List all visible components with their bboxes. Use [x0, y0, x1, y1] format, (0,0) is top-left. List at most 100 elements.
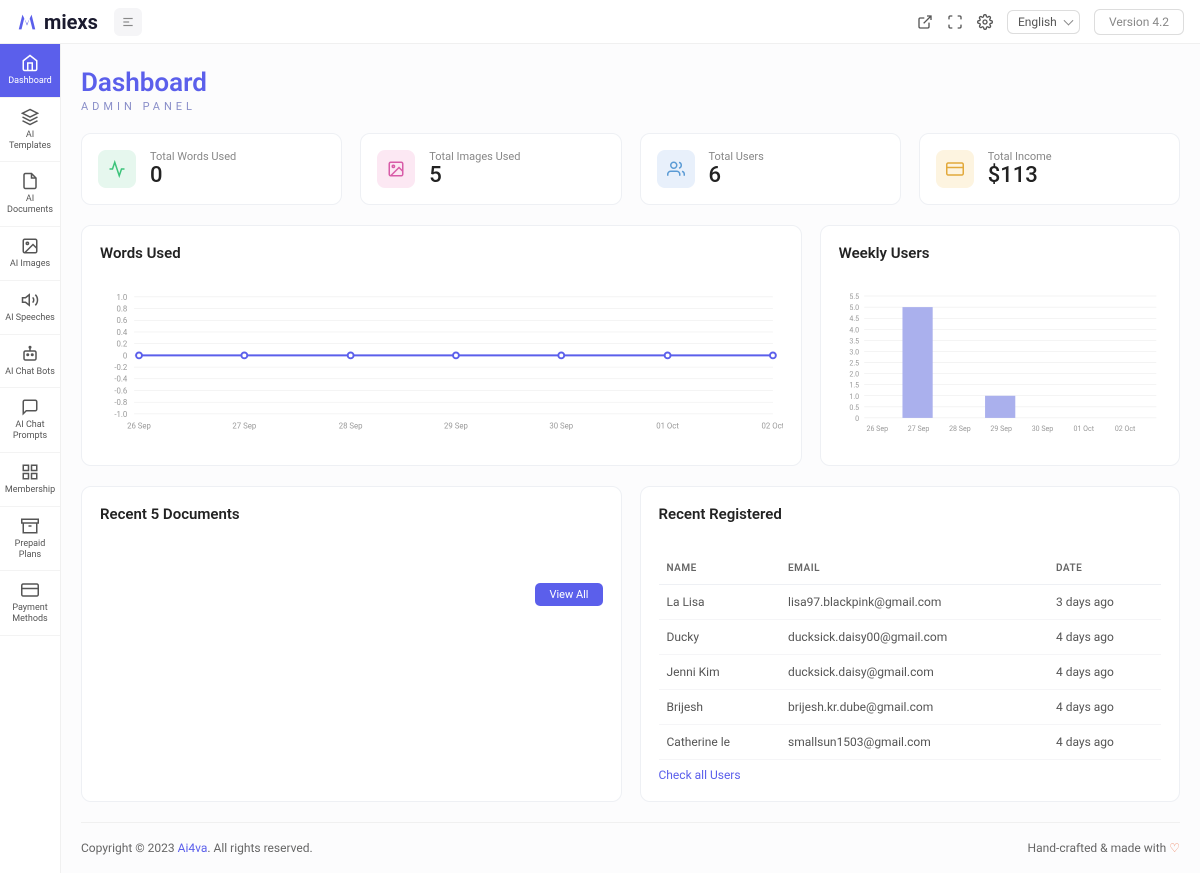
sidebar-item-templates[interactable]: AI Templates [0, 98, 60, 163]
sidebar-item-prompts[interactable]: AI Chat Prompts [0, 388, 60, 453]
svg-text:0: 0 [123, 351, 127, 360]
svg-text:26 Sep: 26 Sep [866, 424, 888, 433]
svg-text:01 Oct: 01 Oct [1073, 424, 1094, 433]
grid-icon [21, 463, 39, 481]
sidebar-item-prepaid[interactable]: Prepaid Plans [0, 507, 60, 572]
image-icon [377, 150, 415, 188]
sidebar-item-label: AI Speeches [5, 313, 55, 324]
footer-copyright: Copyright © 2023 Ai4va. All rights reser… [81, 841, 313, 855]
svg-text:4.0: 4.0 [849, 325, 859, 334]
card-title: Words Used [100, 244, 783, 262]
stat-income: Total Income $113 [919, 133, 1180, 205]
sidebar-item-label: Payment Methods [4, 603, 56, 625]
footer: Copyright © 2023 Ai4va. All rights reser… [81, 822, 1180, 873]
users-table: NAME EMAIL DATE La Lisalisa97.blackpink@… [659, 553, 1162, 760]
image-icon [21, 237, 39, 255]
external-link-icon[interactable] [917, 14, 933, 30]
col-date: DATE [1048, 553, 1161, 585]
sidebar-item-label: AI Images [10, 259, 50, 270]
recent-registered-card: Recent Registered NAME EMAIL DATE La Lis… [640, 486, 1181, 802]
svg-text:02 Oct: 02 Oct [1114, 424, 1135, 433]
view-all-button[interactable]: View All [535, 583, 602, 606]
sidebar: Dashboard AI Templates AI Documents AI I… [0, 44, 61, 873]
stat-value: 6 [709, 163, 764, 188]
svg-text:1.0: 1.0 [116, 293, 127, 302]
check-all-users-link[interactable]: Check all Users [659, 768, 741, 782]
sidebar-item-membership[interactable]: Membership [0, 453, 60, 507]
svg-text:-0.4: -0.4 [114, 375, 128, 384]
version-button[interactable]: Version 4.2 [1094, 9, 1184, 35]
weekly-chart-card: Weekly Users 5.55.04.54.03.53.02.52.01.5… [820, 225, 1180, 466]
heart-icon: ♡ [1169, 841, 1180, 855]
language-select[interactable]: English [1007, 10, 1080, 34]
archive-icon [21, 517, 39, 535]
gear-icon[interactable] [977, 14, 993, 30]
menu-icon [121, 15, 135, 29]
footer-link[interactable]: Ai4va [178, 841, 208, 855]
sidebar-item-label: AI Documents [4, 194, 56, 216]
svg-text:5.5: 5.5 [849, 292, 859, 301]
svg-text:29 Sep: 29 Sep [990, 424, 1012, 433]
sidebar-item-dashboard[interactable]: Dashboard [0, 44, 60, 98]
svg-text:29 Sep: 29 Sep [444, 422, 468, 431]
fullscreen-icon[interactable] [947, 14, 963, 30]
sidebar-item-label: AI Chat Prompts [4, 420, 56, 442]
sidebar-item-label: AI Templates [4, 130, 56, 152]
svg-text:0.6: 0.6 [116, 316, 127, 325]
footer-credit: Hand-crafted & made with ♡ [1028, 841, 1180, 855]
page-title: Dashboard [81, 68, 1180, 98]
svg-text:27 Sep: 27 Sep [232, 422, 256, 431]
logo-icon [16, 11, 38, 33]
stats-row: Total Words Used 0 Total Images Used 5 T… [81, 133, 1180, 205]
words-line-chart: 1.00.80.60.40.20-0.2-0.4-0.6-0.8-1.0 26 … [100, 292, 783, 438]
card-title: Recent Registered [659, 505, 1162, 523]
svg-text:3.0: 3.0 [849, 347, 859, 356]
svg-text:0.4: 0.4 [116, 328, 127, 337]
users-icon [657, 150, 695, 188]
brand-text: miexs [44, 10, 98, 34]
svg-text:1.5: 1.5 [849, 381, 859, 390]
svg-text:2.0: 2.0 [849, 370, 859, 379]
svg-text:30 Sep: 30 Sep [1031, 424, 1053, 433]
sidebar-item-chatbots[interactable]: AI Chat Bots [0, 335, 60, 389]
stat-words: Total Words Used 0 [81, 133, 342, 205]
svg-text:01 Oct: 01 Oct [656, 422, 679, 431]
col-email: EMAIL [780, 553, 1048, 585]
topbar-actions: English Version 4.2 [917, 9, 1184, 35]
sidebar-item-images[interactable]: AI Images [0, 227, 60, 281]
file-icon [21, 172, 39, 190]
sidebar-item-documents[interactable]: AI Documents [0, 162, 60, 227]
table-row: Duckyducksick.daisy00@gmail.com4 days ag… [659, 620, 1162, 655]
page-subtitle: ADMIN PANEL [81, 100, 1180, 113]
words-chart-card: Words Used 1.00.80.60.40.20-0.2-0.4-0.6-… [81, 225, 802, 466]
sidebar-item-label: Membership [5, 485, 55, 496]
svg-text:2.5: 2.5 [849, 359, 859, 368]
main-content: Dashboard ADMIN PANEL Total Words Used 0… [61, 44, 1200, 873]
svg-text:26 Sep: 26 Sep [127, 422, 151, 431]
table-row: La Lisalisa97.blackpink@gmail.com3 days … [659, 585, 1162, 620]
svg-text:30 Sep: 30 Sep [549, 422, 573, 431]
message-icon [21, 398, 39, 416]
svg-text:0: 0 [855, 414, 859, 423]
menu-toggle-button[interactable] [114, 8, 142, 36]
svg-text:0.5: 0.5 [849, 403, 859, 412]
svg-text:-0.2: -0.2 [114, 363, 128, 372]
stat-label: Total Words Used [150, 150, 236, 163]
recent-documents-card: Recent 5 Documents View All [81, 486, 622, 802]
sidebar-item-speeches[interactable]: AI Speeches [0, 281, 60, 335]
stat-value: 5 [429, 163, 520, 188]
stat-value: 0 [150, 163, 236, 188]
svg-text:4.5: 4.5 [849, 314, 859, 323]
table-row: Catherine lesmallsun1503@gmail.com4 days… [659, 725, 1162, 760]
svg-text:0.8: 0.8 [116, 305, 127, 314]
card-title: Weekly Users [839, 244, 1161, 262]
layers-icon [21, 108, 39, 126]
card-icon [21, 581, 39, 599]
card-icon [936, 150, 974, 188]
brand-logo[interactable]: miexs [16, 10, 98, 34]
card-title: Recent 5 Documents [100, 505, 603, 523]
svg-text:02 Oct: 02 Oct [762, 422, 783, 431]
stat-label: Total Income [988, 150, 1052, 163]
sidebar-item-payments[interactable]: Payment Methods [0, 571, 60, 636]
svg-text:-0.8: -0.8 [114, 398, 127, 407]
